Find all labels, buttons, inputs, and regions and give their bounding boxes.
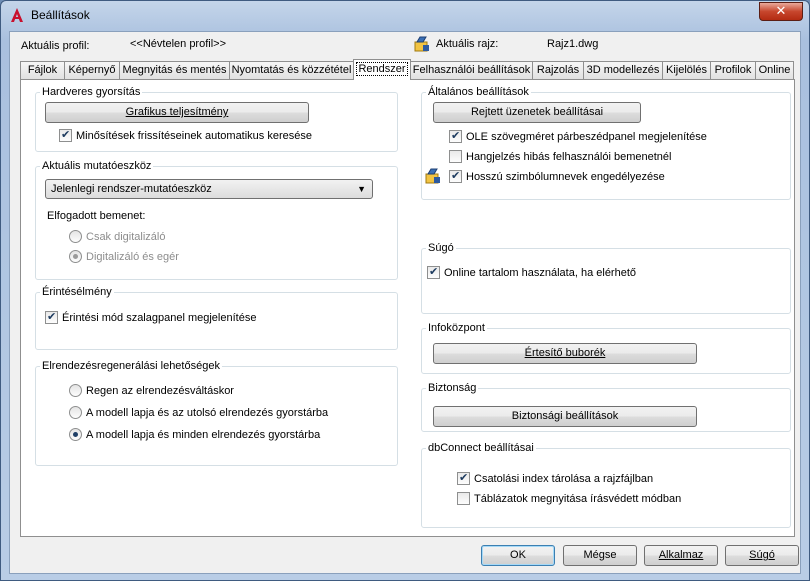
dbconnect-legend: dbConnect beállításai — [428, 442, 534, 454]
close-icon[interactable]: ✕ — [759, 2, 803, 21]
check-open-tables-readonly[interactable]: Táblázatok megnyitása írásvédett módban — [457, 492, 681, 508]
graphics-performance-button[interactable]: Grafikus teljesítmény — [45, 102, 309, 123]
radio-regen-on-switch[interactable]: Regen az elrendezésváltáskor — [69, 384, 234, 400]
tab-display[interactable]: Képernyő — [64, 61, 120, 79]
check-store-links-index[interactable]: Csatolási index tárolása a rajzfájlban — [457, 471, 653, 488]
tab-system[interactable]: Rendszer — [353, 59, 411, 80]
layout-regen-legend: Elrendezésregenerálási lehetőségek — [42, 360, 220, 372]
hidden-messages-button[interactable]: Rejtett üzenetek beállításai — [433, 102, 641, 123]
security-options-button[interactable]: Biztonsági beállítások — [433, 406, 697, 427]
check-online-content[interactable]: Online tartalom használata, ha elérhető — [427, 265, 636, 282]
profile-row: Aktuális profil: <<Névtelen profil>> Akt… — [10, 32, 800, 58]
check-touch-ribbon[interactable]: Érintési mód szalagpanel megjelenítése — [45, 310, 256, 327]
accepted-input-label: Elfogadott bemenet: — [47, 210, 146, 222]
check-certification-updates[interactable]: Minősítések frissítéseinek automatikus k… — [59, 128, 312, 145]
pointing-device-legend: Aktuális mutatóeszköz — [42, 160, 152, 172]
check-ole-text-size[interactable]: OLE szövegméret párbeszédpanel megjelení… — [449, 129, 707, 146]
ok-button[interactable]: OK — [481, 545, 555, 566]
apply-button[interactable]: Alkalmaz — [644, 545, 718, 566]
drawing-setting-icon — [425, 168, 440, 184]
autocad-logo-icon — [11, 8, 23, 22]
current-profile-label: Aktuális profil: — [21, 40, 90, 52]
pointing-device-select[interactable]: Jelenlegi rendszer-mutatóeszköz ▼ — [45, 179, 373, 199]
system-tab-panel: Hardveres gyorsítás Grafikus teljesítmén… — [20, 79, 795, 537]
check-long-symbol-names[interactable]: Hosszú szimbólumnevek engedélyezése — [449, 169, 665, 186]
title-bar[interactable]: Beállítások ✕ — [1, 1, 809, 31]
infocenter-legend: Infoközpont — [428, 322, 485, 334]
dropdown-arrow-icon[interactable]: ▼ — [357, 180, 366, 198]
tab-profiles[interactable]: Profilok — [710, 61, 756, 79]
checkbox-checked[interactable] — [59, 128, 72, 142]
window-title: Beállítások — [31, 8, 90, 22]
tab-drafting[interactable]: Rajzolás — [532, 61, 584, 79]
touch-experience-legend: Érintésélmény — [42, 286, 112, 298]
radio-digitizer-and-mouse[interactable]: Digitalizáló és egér — [69, 250, 179, 266]
tab-selection[interactable]: Kijelölés — [662, 61, 711, 79]
check-beep-on-error[interactable]: Hangjelzés hibás felhasználói bemenetnél — [449, 150, 671, 166]
tab-user-preferences[interactable]: Felhasználói beállítások — [410, 61, 533, 79]
hardware-acceleration-legend: Hardveres gyorsítás — [42, 86, 141, 98]
tab-files[interactable]: Fájlok — [20, 61, 65, 79]
options-dialog: Beállítások ✕ Aktuális profil: <<Névtele… — [0, 0, 810, 581]
tab-strip: Fájlok Képernyő Megnyitás és mentés Nyom… — [20, 59, 795, 80]
tab-3d-modeling[interactable]: 3D modellezés — [583, 61, 663, 79]
drawing-file-icon — [414, 36, 429, 52]
tab-open-save[interactable]: Megnyitás és mentés — [119, 61, 230, 79]
current-drawing-label: Aktuális rajz: — [436, 38, 499, 50]
radio-cache-model-last[interactable]: A modell lapja és az utolsó elrendezés g… — [69, 406, 328, 422]
security-legend: Biztonság — [428, 382, 477, 394]
tab-online[interactable]: Online — [755, 61, 794, 79]
current-profile-value: <<Névtelen profil>> — [130, 38, 227, 50]
general-options-legend: Általános beállítások — [428, 86, 529, 98]
cancel-button[interactable]: Mégse — [563, 545, 637, 566]
dialog-body: Aktuális profil: <<Névtelen profil>> Akt… — [9, 31, 801, 574]
help-legend: Súgó — [428, 242, 454, 254]
radio-digitizer-only[interactable]: Csak digitalizáló — [69, 230, 165, 246]
help-button[interactable]: Súgó — [725, 545, 799, 566]
tab-plot-publish[interactable]: Nyomtatás és közzététel — [229, 61, 354, 79]
current-drawing-value: Rajz1.dwg — [547, 38, 599, 50]
balloon-notification-button[interactable]: Értesítő buborék — [433, 343, 697, 364]
radio-cache-model-all[interactable]: A modell lapja és minden elrendezés gyor… — [69, 428, 320, 444]
